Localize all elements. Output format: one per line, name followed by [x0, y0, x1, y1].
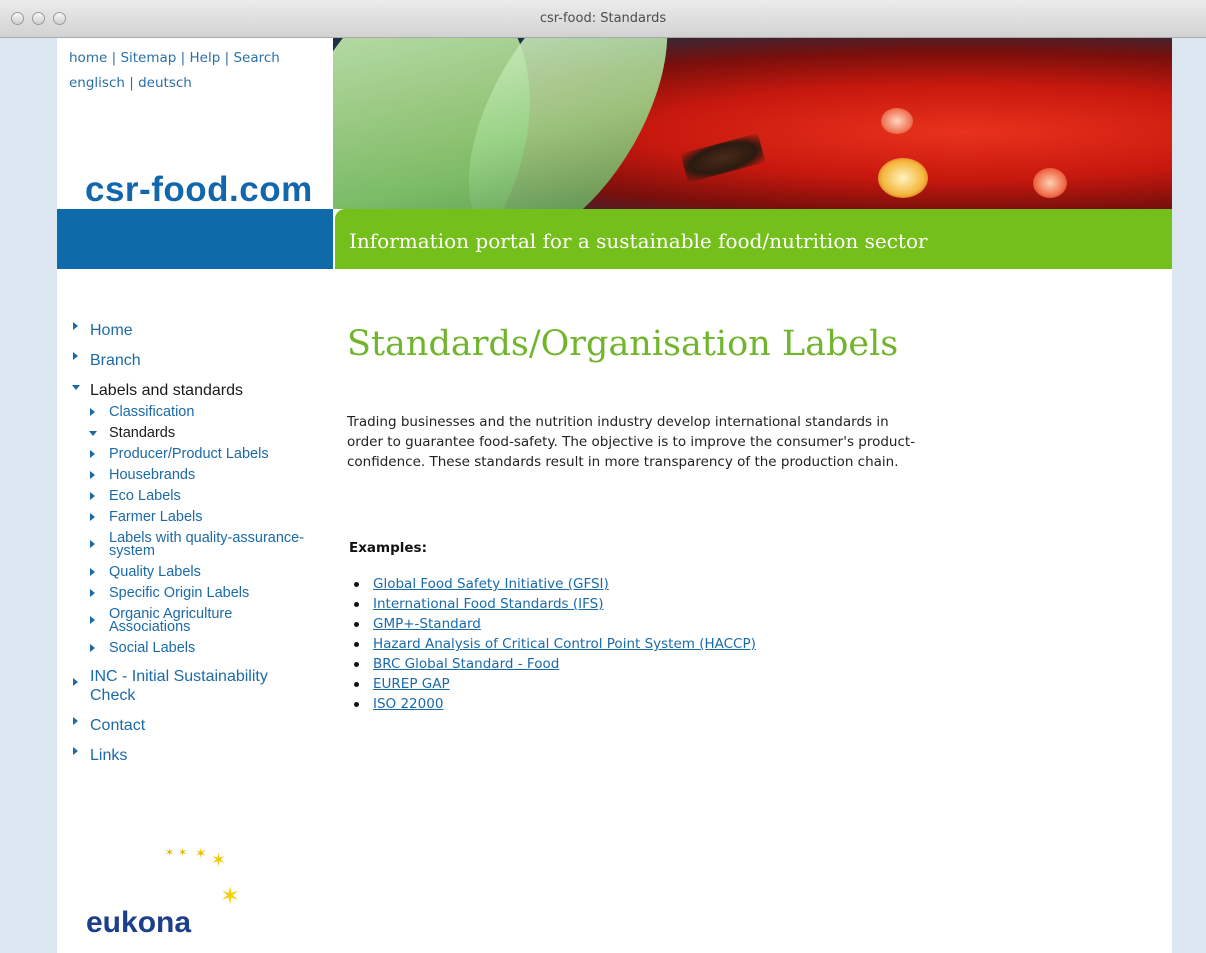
- list-item: GMP+-Standard: [349, 614, 756, 634]
- page-title: Standards/Organisation Labels: [347, 324, 899, 364]
- top-links: home | Sitemap | Help | Search englisch …: [69, 50, 280, 91]
- arrow-right-icon: [90, 568, 95, 576]
- svg-text:✶: ✶: [211, 850, 226, 871]
- sitemap-link[interactable]: Sitemap: [120, 50, 176, 66]
- window-title: csr-food: Standards: [539, 11, 667, 26]
- header-banner-image: [333, 38, 1172, 209]
- nav-sub-classification[interactable]: Classification: [71, 405, 331, 419]
- example-link-haccp[interactable]: Hazard Analysis of Critical Control Poin…: [373, 636, 756, 652]
- help-link[interactable]: Help: [190, 50, 221, 66]
- arrow-right-icon: [73, 678, 78, 686]
- svg-text:✶: ✶: [178, 846, 187, 859]
- eukona-logo[interactable]: eukona: [86, 906, 191, 940]
- arrow-right-icon: [90, 408, 95, 416]
- arrow-right-icon: [73, 717, 78, 725]
- example-link-ifs[interactable]: International Food Standards (IFS): [373, 596, 603, 612]
- arrow-right-icon: [73, 747, 78, 755]
- sidebar-nav: Home Branch Labels and standards Classif…: [71, 321, 331, 765]
- nav-sub-organic-agriculture-associations[interactable]: Organic Agriculture Associations: [71, 607, 331, 634]
- intro-text: Trading businesses and the nutrition ind…: [347, 414, 916, 470]
- nav-sub-quality-assurance-labels[interactable]: Labels with quality-assurance- system: [71, 531, 331, 558]
- svg-text:✶: ✶: [165, 846, 174, 859]
- nav-item-labels-and-standards[interactable]: Labels and standards: [71, 381, 331, 400]
- examples-list: Global Food Safety Initiative (GFSI) Int…: [349, 574, 756, 714]
- arrow-right-icon: [90, 471, 95, 479]
- window-titlebar: csr-food: Standards: [0, 0, 1206, 38]
- example-link-iso-22000[interactable]: ISO 22000: [373, 696, 443, 712]
- home-link[interactable]: home: [69, 50, 107, 66]
- arrow-right-icon: [90, 589, 95, 597]
- example-link-eurep-gap[interactable]: EUREP GAP: [373, 676, 450, 692]
- list-item: EUREP GAP: [349, 674, 756, 694]
- lang-english-link[interactable]: englisch: [69, 75, 125, 91]
- arrow-down-icon: [72, 385, 80, 390]
- arrow-right-icon: [90, 450, 95, 458]
- nav-sub-standards[interactable]: Standards: [71, 426, 331, 440]
- nav-sub-farmer-labels[interactable]: Farmer Labels: [71, 510, 331, 524]
- arrow-right-icon: [90, 540, 95, 548]
- nav-item-branch[interactable]: Branch: [71, 351, 331, 370]
- nav-sub-housebrands[interactable]: Housebrands: [71, 468, 331, 482]
- page-content: home | Sitemap | Help | Search englisch …: [57, 38, 1172, 953]
- nav-item-inc-sustainability-check[interactable]: INC - Initial Sustainability Check: [71, 667, 331, 705]
- nav-sub-specific-origin-labels[interactable]: Specific Origin Labels: [71, 586, 331, 600]
- nav-sub-producer-product-labels[interactable]: Producer/Product Labels: [71, 447, 331, 461]
- site-tagline: Information portal for a sustainable foo…: [349, 229, 928, 253]
- list-item: ISO 22000: [349, 694, 756, 714]
- header-green-bar: Information portal for a sustainable foo…: [335, 209, 1172, 269]
- search-link[interactable]: Search: [233, 50, 279, 66]
- list-item: BRC Global Standard - Food: [349, 654, 756, 674]
- lang-german-link[interactable]: deutsch: [138, 75, 192, 91]
- nav-item-links[interactable]: Links: [71, 746, 331, 765]
- nav-sub-quality-labels[interactable]: Quality Labels: [71, 565, 331, 579]
- nav-sub-social-labels[interactable]: Social Labels: [71, 641, 331, 655]
- svg-text:✶: ✶: [220, 882, 240, 910]
- list-item: Global Food Safety Initiative (GFSI): [349, 574, 756, 594]
- examples-heading: Examples:: [349, 540, 427, 556]
- arrow-right-icon: [90, 644, 95, 652]
- example-link-brc[interactable]: BRC Global Standard - Food: [373, 656, 559, 672]
- arrow-down-icon: [89, 431, 97, 436]
- arrow-right-icon: [73, 352, 78, 360]
- example-link-gfsi[interactable]: Global Food Safety Initiative (GFSI): [373, 576, 609, 592]
- example-link-gmp[interactable]: GMP+-Standard: [373, 616, 481, 632]
- arrow-right-icon: [90, 616, 95, 624]
- nav-item-home[interactable]: Home: [71, 321, 331, 340]
- nav-item-contact[interactable]: Contact: [71, 716, 331, 735]
- nav-sub-eco-labels[interactable]: Eco Labels: [71, 489, 331, 503]
- arrow-right-icon: [90, 513, 95, 521]
- header-blue-bar: [57, 209, 333, 269]
- svg-text:✶: ✶: [195, 846, 207, 862]
- list-item: International Food Standards (IFS): [349, 594, 756, 614]
- arrow-right-icon: [73, 322, 78, 330]
- list-item: Hazard Analysis of Critical Control Poin…: [349, 634, 756, 654]
- site-logo[interactable]: csr-food.com: [85, 170, 313, 210]
- arrow-right-icon: [90, 492, 95, 500]
